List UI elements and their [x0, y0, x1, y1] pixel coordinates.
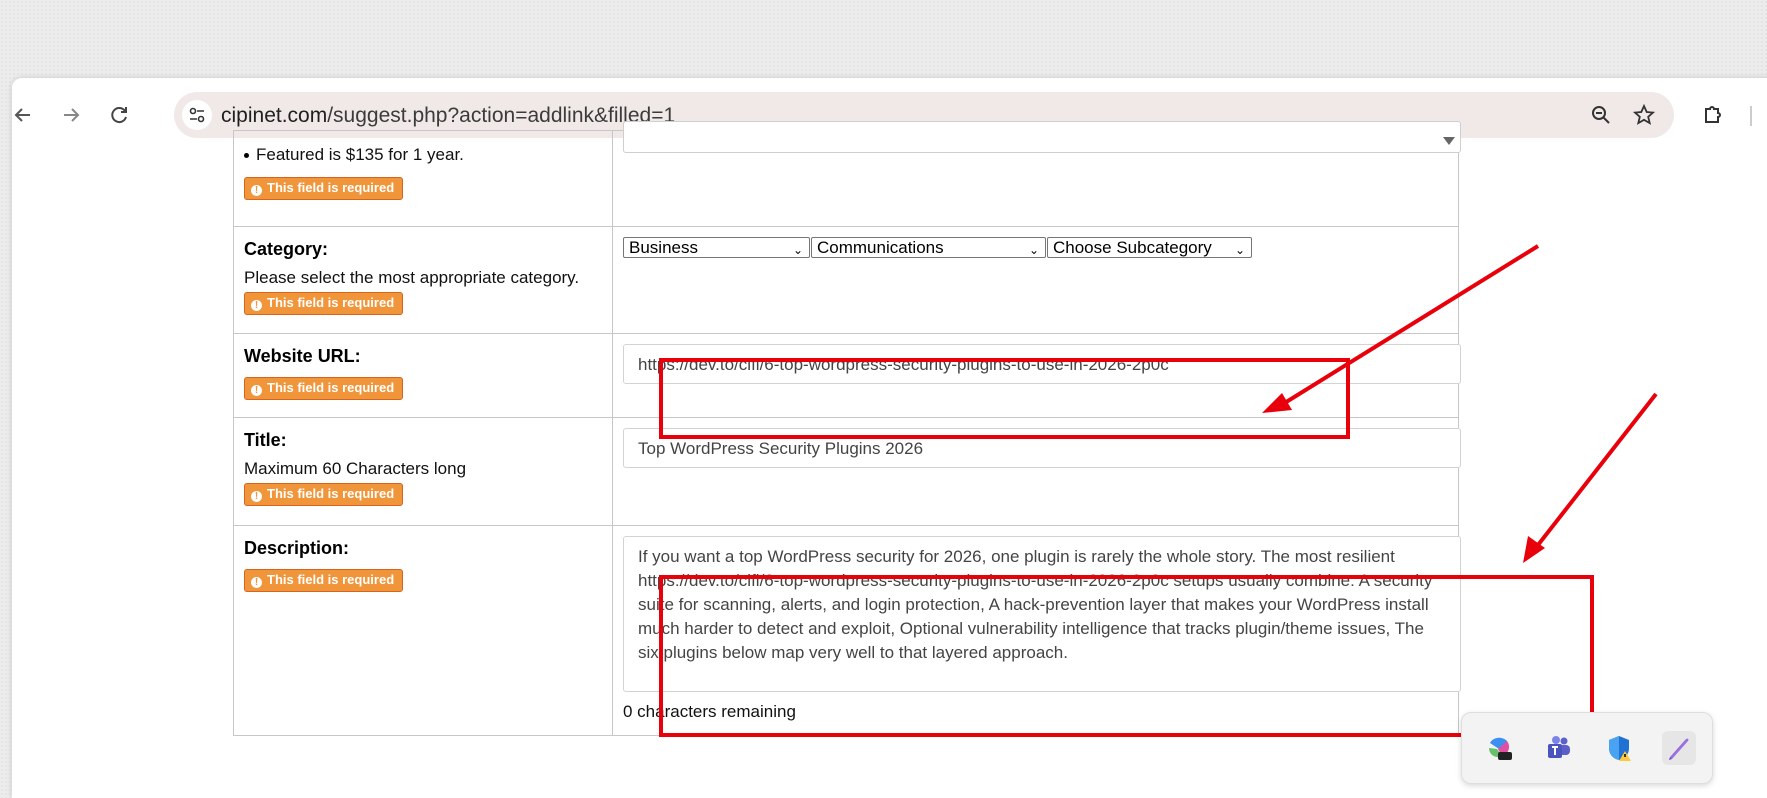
exclamation-icon: ! — [251, 577, 262, 588]
url-label-cell: Website URL: ! This field is required — [233, 333, 613, 418]
characters-remaining: 0 characters remaining — [623, 702, 796, 721]
forward-icon[interactable] — [56, 100, 86, 130]
zoom-icon[interactable] — [1586, 100, 1616, 130]
back-icon[interactable] — [12, 100, 38, 130]
page-content: Featured is $135 for 1 year. ! This field… — [12, 121, 1767, 798]
subcategory1-select[interactable]: Communications ⌄ — [811, 237, 1046, 258]
featured-label-cell: Featured is $135 for 1 year. ! This field… — [233, 130, 613, 227]
bookmark-star-icon[interactable] — [1629, 100, 1659, 130]
description-label: Description: — [244, 538, 350, 558]
title-input-cell: Top WordPress Security Plugins 2026 — [612, 417, 1461, 526]
description-row: Description: ! This field is required If … — [233, 525, 1461, 736]
subcategory2-select[interactable]: Choose Subcategory ⌄ — [1047, 237, 1252, 258]
system-tray-popup — [1461, 712, 1713, 784]
website-url-input[interactable]: https://dev.to/cifi/6-top-wordpress-secu… — [623, 344, 1461, 384]
reload-icon[interactable] — [104, 100, 134, 130]
teams-icon[interactable] — [1542, 731, 1576, 765]
url-domain: cipinet.com — [221, 104, 328, 127]
required-badge: ! This field is required — [244, 292, 404, 315]
required-badge: ! This field is required — [244, 177, 404, 200]
exclamation-icon: ! — [251, 300, 262, 311]
required-badge: ! This field is required — [244, 569, 404, 592]
category-input-cell: Business ⌄ Communications ⌄ Choose Subcatego… — [612, 226, 1459, 334]
exclamation-icon: ! — [251, 185, 262, 196]
title-label: Title: — [244, 430, 287, 450]
site-settings-icon[interactable] — [182, 100, 212, 130]
featured-input-cell — [612, 121, 1461, 227]
featured-row: Featured is $135 for 1 year. ! This field… — [233, 121, 1461, 227]
title-input[interactable]: Top WordPress Security Plugins 2026 — [623, 428, 1461, 468]
extensions-icon[interactable] — [1698, 100, 1728, 130]
featured-price-text: Featured is $135 for 1 year. — [244, 145, 612, 165]
dropdown-arrow-icon — [1443, 137, 1455, 145]
title-row: Title: Maximum 60 Characters long ! This … — [233, 417, 1461, 526]
url-row: Website URL: ! This field is required htt… — [233, 333, 1461, 418]
category-help: Please select the most appropriate categ… — [244, 268, 580, 287]
chevron-down-icon: ⌄ — [792, 243, 803, 257]
category-label: Category: — [244, 239, 329, 259]
url-input-cell: https://dev.to/cifi/6-top-wordpress-secu… — [612, 333, 1461, 418]
suggest-form-table: Featured is $135 for 1 year. ! This field… — [233, 121, 1461, 736]
title-label-cell: Title: Maximum 60 Characters long ! This … — [233, 417, 613, 526]
title-help: Maximum 60 Characters long — [244, 459, 467, 478]
description-label-cell: Description: ! This field is required — [233, 525, 613, 736]
exclamation-icon: ! — [251, 385, 262, 396]
copilot-365-icon[interactable] — [1482, 731, 1516, 765]
defender-shield-icon[interactable] — [1602, 731, 1636, 765]
category-row: Category: Please select the most appropr… — [233, 226, 1459, 334]
url-text[interactable]: cipinet.com/suggest.php?action=addlink&f… — [221, 104, 675, 128]
pen-icon[interactable] — [1662, 731, 1696, 765]
exclamation-icon: ! — [251, 491, 262, 502]
chevron-down-icon: ⌄ — [1028, 243, 1039, 257]
required-badge: ! This field is required — [244, 483, 404, 506]
browser-window: cipinet.com/suggest.php?action=addlink&f… — [12, 78, 1767, 798]
category-select[interactable]: Business ⌄ — [623, 237, 810, 258]
description-textarea[interactable]: If you want a top WordPress security for… — [623, 536, 1461, 692]
category-label-cell: Category: Please select the most appropr… — [233, 226, 613, 334]
required-badge: ! This field is required — [244, 377, 404, 400]
toolbar-divider — [1750, 106, 1752, 126]
chevron-down-icon: ⌄ — [1234, 243, 1245, 257]
description-input-cell: If you want a top WordPress security for… — [612, 525, 1461, 736]
listing-type-select[interactable] — [623, 121, 1461, 153]
url-label: Website URL: — [244, 346, 361, 366]
